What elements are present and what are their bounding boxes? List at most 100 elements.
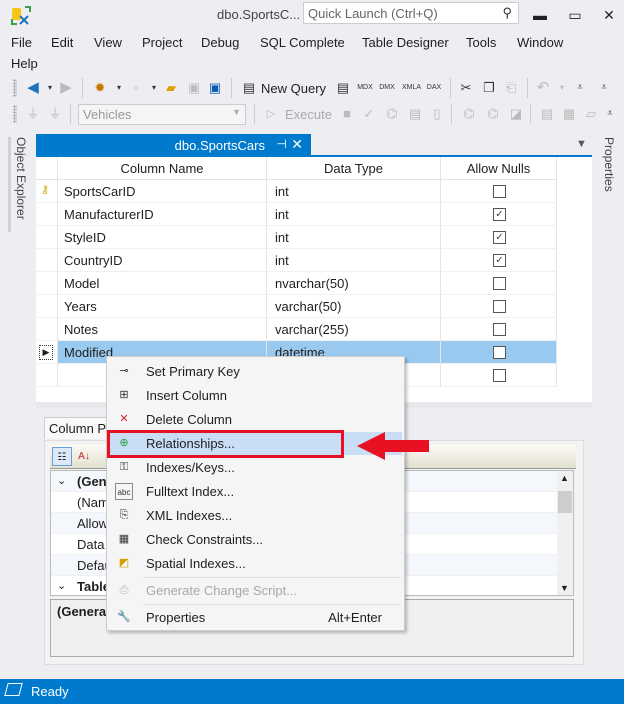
data-type-cell[interactable]: varchar(50) — [267, 295, 441, 318]
toolbar-grip[interactable] — [13, 105, 17, 123]
database-engine-query-icon[interactable]: ▤ — [334, 79, 352, 97]
mdx-query-icon[interactable]: MDX — [356, 79, 374, 97]
menu-item-set-primary-key[interactable]: ⊸ Set Primary Key — [109, 360, 402, 383]
menu-item-insert-column[interactable]: ⊞ Insert Column — [109, 384, 402, 407]
database-combo[interactable]: Vehicles ▼ — [78, 104, 246, 125]
data-type-cell[interactable]: int — [267, 203, 441, 226]
new-query-button[interactable]: New Query — [261, 81, 326, 96]
cut-icon[interactable]: ✂ — [457, 79, 475, 97]
row-selector[interactable] — [36, 295, 58, 318]
tab-overflow-icon[interactable]: ▼ — [576, 138, 587, 150]
allow-nulls-checkbox[interactable] — [493, 185, 506, 198]
data-type-cell[interactable]: int — [267, 249, 441, 272]
execute-icon[interactable]: ▷ — [262, 105, 280, 123]
table-row[interactable]: Years varchar(50) — [36, 295, 557, 318]
undo-icon[interactable]: ↶ — [534, 79, 552, 97]
table-row[interactable]: Notes varchar(255) — [36, 318, 557, 341]
toolbar-customize-icon[interactable]: ⩡ — [601, 105, 619, 123]
allow-nulls-checkbox[interactable] — [493, 369, 506, 382]
include-plan-icon[interactable]: ⌬ — [460, 105, 478, 123]
maximize-button[interactable]: ▭ — [560, 4, 590, 26]
object-explorer-tab[interactable]: Object Explorer — [8, 137, 28, 232]
table-row[interactable]: ManufacturerID int ✓ — [36, 203, 557, 226]
dax-query-icon[interactable]: DAX — [425, 79, 443, 97]
menu-item-check-constraints[interactable]: ▦ Check Constraints... — [109, 528, 402, 551]
xmla-query-icon[interactable]: XMLA — [402, 79, 421, 97]
menu-file[interactable]: File — [11, 35, 32, 50]
menu-item-xml-indexes[interactable]: ⎘ XML Indexes... — [109, 504, 402, 527]
menu-sql-complete[interactable]: SQL Complete — [260, 35, 345, 50]
dmx-query-icon[interactable]: DMX — [378, 79, 396, 97]
toolbar-grip[interactable] — [13, 79, 17, 97]
document-tab[interactable]: dbo.SportsCars ⊣ ✕ — [36, 134, 311, 157]
menu-item-spatial-indexes[interactable]: ◩ Spatial Indexes... — [109, 552, 402, 575]
column-name-cell[interactable]: Notes — [58, 318, 267, 341]
row-selector[interactable] — [36, 318, 58, 341]
menu-edit[interactable]: Edit — [51, 35, 73, 50]
results-to-grid-icon[interactable]: ▦ — [560, 105, 578, 123]
row-selector[interactable] — [36, 203, 58, 226]
new-project-icon[interactable]: ✹ — [91, 79, 109, 97]
allow-nulls-checkbox[interactable] — [493, 323, 506, 336]
execute-button[interactable]: Execute — [285, 107, 332, 122]
close-tab-icon[interactable]: ✕ — [291, 136, 303, 153]
table-row[interactable]: CountryID int ✓ — [36, 249, 557, 272]
collapse-icon[interactable]: ⌄ — [57, 576, 66, 597]
allow-nulls-checkbox[interactable] — [493, 277, 506, 290]
intellisense-icon[interactable]: ▯ — [428, 105, 446, 123]
menu-table-designer[interactable]: Table Designer — [362, 35, 449, 50]
column-name-cell[interactable]: StyleID — [58, 226, 267, 249]
row-selector[interactable] — [36, 249, 58, 272]
column-name-cell[interactable]: Years — [58, 295, 267, 318]
allow-nulls-checkbox[interactable] — [493, 346, 506, 359]
add-item-icon[interactable]: ▫ — [127, 79, 145, 97]
menu-help[interactable]: Help — [11, 56, 38, 71]
table-row[interactable]: Model nvarchar(50) — [36, 272, 557, 295]
pin-icon[interactable]: ⊣ — [277, 137, 287, 151]
column-name-cell[interactable]: ManufacturerID — [58, 203, 267, 226]
table-row[interactable]: ⚷ SportsCarID int — [36, 180, 557, 203]
search-icon[interactable]: ⚲ — [502, 5, 512, 21]
scroll-thumb[interactable] — [558, 491, 572, 513]
menu-window[interactable]: Window — [517, 35, 563, 50]
allow-nulls-checkbox[interactable] — [493, 300, 506, 313]
data-type-cell[interactable]: int — [267, 180, 441, 203]
sort-alphabetical-icon[interactable]: A↓ — [74, 447, 94, 466]
scroll-down-icon[interactable]: ▼ — [560, 583, 569, 593]
categorized-icon[interactable]: ☷ — [52, 447, 72, 466]
menu-tools[interactable]: Tools — [466, 35, 496, 50]
open-file-icon[interactable]: ▰ — [162, 79, 180, 97]
row-selector[interactable] — [36, 226, 58, 249]
back-icon[interactable]: ◀ — [24, 79, 42, 97]
save-icon[interactable]: ▣ — [185, 79, 203, 97]
results-to-text-icon[interactable]: ▤ — [538, 105, 556, 123]
add-item-dropdown-icon[interactable]: ▾ — [145, 79, 163, 97]
connect-icon[interactable]: ⏚ — [24, 105, 42, 123]
copy-icon[interactable]: ❐ — [480, 79, 498, 97]
quick-launch-input[interactable]: Quick Launch (Ctrl+Q) ⚲ — [303, 2, 519, 24]
menu-debug[interactable]: Debug — [201, 35, 239, 50]
display-plan-icon[interactable]: ⌬ — [383, 105, 401, 123]
menu-view[interactable]: View — [94, 35, 122, 50]
stop-icon[interactable]: ■ — [338, 105, 356, 123]
data-type-cell[interactable]: int — [267, 226, 441, 249]
query-options-icon[interactable]: ▤ — [406, 105, 424, 123]
parse-icon[interactable]: ✓ — [360, 105, 378, 123]
table-row[interactable]: StyleID int ✓ — [36, 226, 557, 249]
column-name-cell[interactable]: Model — [58, 272, 267, 295]
properties-tab[interactable]: Properties — [596, 137, 616, 207]
save-all-icon[interactable]: ▣ — [206, 79, 224, 97]
collapse-icon[interactable]: ⌄ — [57, 471, 66, 492]
data-type-cell[interactable]: nvarchar(50) — [267, 272, 441, 295]
allow-nulls-checkbox[interactable]: ✓ — [493, 208, 506, 221]
menu-item-fulltext-index[interactable]: abc Fulltext Index... — [109, 480, 402, 503]
row-selector[interactable] — [36, 272, 58, 295]
property-grid-scrollbar[interactable]: ▲ ▼ — [557, 471, 573, 595]
live-stats-icon[interactable]: ⌬ — [484, 105, 502, 123]
data-type-cell[interactable]: varchar(255) — [267, 318, 441, 341]
row-selector[interactable] — [36, 364, 58, 387]
change-connection-icon[interactable]: ⏚ — [46, 105, 64, 123]
forward-icon[interactable]: ▶ — [57, 79, 75, 97]
new-project-dropdown-icon[interactable]: ▾ — [110, 79, 128, 97]
allow-nulls-checkbox[interactable]: ✓ — [493, 254, 506, 267]
